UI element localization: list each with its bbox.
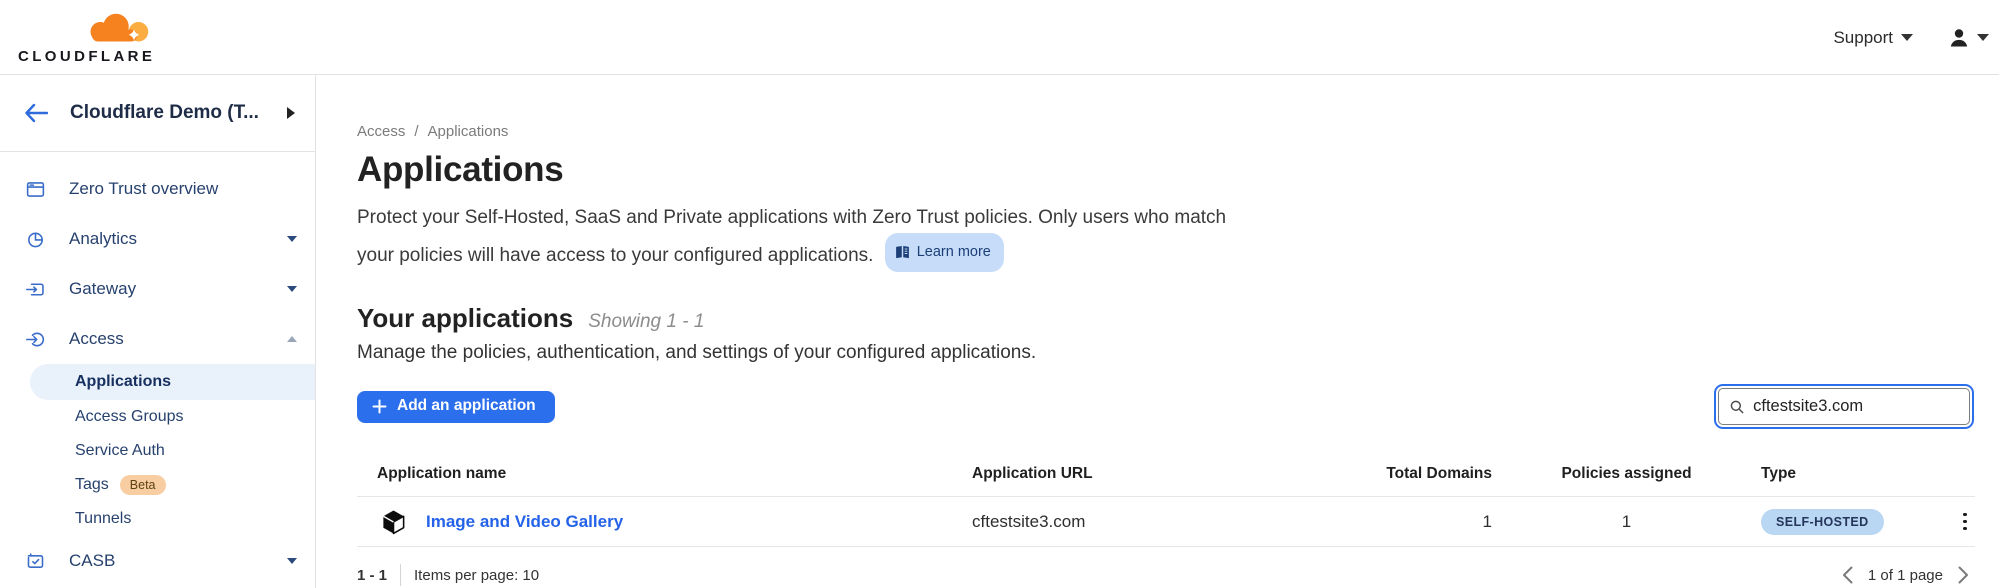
casb-icon [25,551,46,572]
table-header: Application name Application URL Total D… [357,465,1975,497]
chevron-right-icon [287,107,295,119]
sidebar-nav: Zero Trust overview Analytics Gateway [0,152,315,586]
chevron-left-icon [1842,566,1853,584]
sidebar-item-access-groups[interactable]: Access Groups [0,400,315,434]
sidebar-item-tags[interactable]: Tags Beta [0,468,315,502]
page-title: Applications [357,150,1975,190]
cloudflare-wordmark: CLOUDFLARE [18,48,155,65]
sidebar-item-gateway[interactable]: Gateway [0,264,315,314]
user-avatar-icon [1947,26,1971,50]
gateway-icon [25,279,46,300]
account-name: Cloudflare Demo (T... [70,102,265,124]
book-icon [895,245,910,259]
learn-more-button[interactable]: Learn more [885,233,1004,272]
sidebar-item-casb[interactable]: CASB [0,536,315,586]
application-search [1718,388,1970,425]
chevron-down-icon [287,558,297,564]
chevron-down-icon [287,286,297,292]
application-cube-icon [380,508,407,536]
breadcrumb-access[interactable]: Access [357,123,405,140]
page-description: Protect your Self-Hosted, SaaS and Priva… [357,203,1257,272]
topbar: CLOUDFLARE Support [0,0,1999,75]
search-input[interactable] [1753,397,1959,416]
analytics-icon [25,229,46,250]
page-indicator: 1 of 1 page [1868,567,1943,584]
sidebar-item-analytics[interactable]: Analytics [0,214,315,264]
chevron-down-icon [287,236,297,242]
support-menu[interactable]: Support [1833,28,1913,48]
section-description: Manage the policies, authentication, and… [357,342,1975,364]
sidebar-item-service-auth[interactable]: Service Auth [0,434,315,468]
sidebar-item-tunnels[interactable]: Tunnels [0,502,315,536]
items-per-page: Items per page: 10 [414,567,539,584]
previous-page-button[interactable] [1842,566,1853,584]
chevron-right-icon [1958,566,1969,584]
main-content: Access / Applications Applications Prote… [316,75,1999,588]
application-url: cftestsite3.com [972,512,1362,532]
zero-trust-dashboard: CLOUDFLARE Support Cloudflare Demo (T... [0,0,1999,588]
applications-table: Application name Application URL Total D… [357,465,1975,586]
item-range: 1 - 1 [357,567,387,584]
support-label: Support [1833,28,1893,48]
account-selector[interactable]: Cloudflare Demo (T... [0,75,315,152]
breadcrumb-current: Applications [428,123,509,140]
sidebar: Cloudflare Demo (T... Zero Trust overvie… [0,75,316,588]
sidebar-item-access[interactable]: Access [0,314,315,364]
sidebar-item-applications[interactable]: Applications [30,364,315,400]
search-icon [1729,398,1745,416]
sidebar-item-zero-trust-overview[interactable]: Zero Trust overview [0,164,315,214]
user-menu[interactable] [1947,26,1989,50]
chevron-down-icon [1977,34,1989,41]
breadcrumb-separator: / [414,123,418,140]
back-arrow-icon[interactable] [24,103,48,123]
chevron-down-icon [1901,34,1913,41]
breadcrumb: Access / Applications [357,123,1975,140]
footer-divider [400,564,401,586]
cloudflare-logo: CLOUDFLARE [18,8,158,66]
row-actions-menu[interactable] [1955,509,1975,535]
type-badge: SELF-HOSTED [1761,509,1884,535]
overview-icon [25,179,46,200]
chevron-up-icon [287,336,297,342]
showing-count: Showing 1 - 1 [588,311,704,333]
access-icon [25,329,46,350]
cloudflare-cloud-icon [80,10,158,46]
next-page-button[interactable] [1958,566,1969,584]
application-name-link[interactable]: Image and Video Gallery [426,512,623,532]
access-submenu: Applications Access Groups Service Auth … [0,364,315,536]
section-heading: Your applications [357,303,573,334]
table-row: Image and Video Gallery cftestsite3.com … [357,497,1975,547]
beta-badge: Beta [120,475,166,495]
table-footer: 1 - 1 Items per page: 10 1 of 1 page [357,547,1975,586]
plus-icon [372,399,387,414]
add-application-button[interactable]: Add an application [357,391,555,423]
total-domains-value: 1 [1362,512,1492,532]
policies-assigned-value: 1 [1492,512,1761,532]
